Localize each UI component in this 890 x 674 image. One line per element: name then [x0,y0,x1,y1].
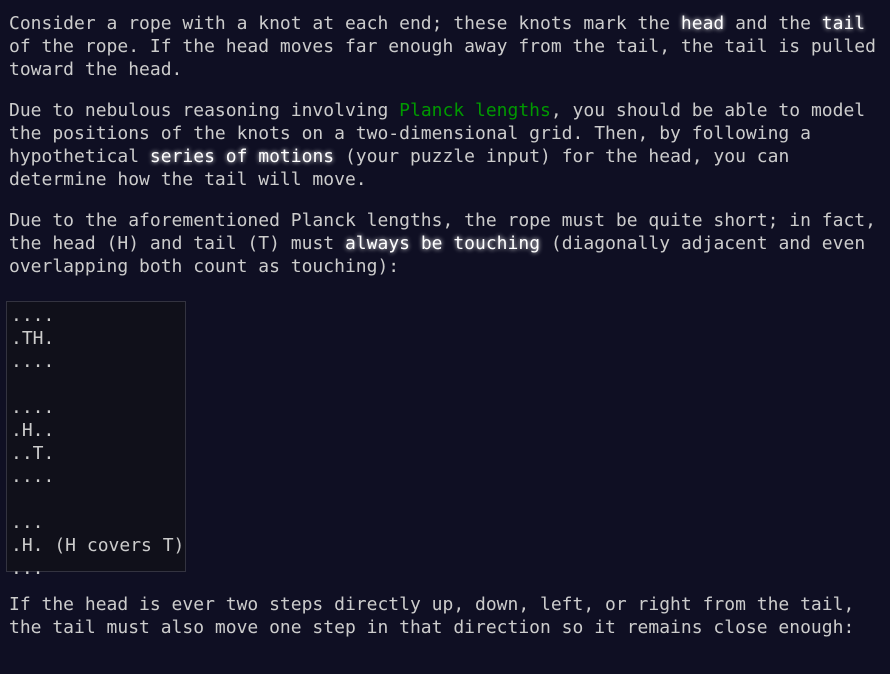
paragraph-two-steps: If the head is ever two steps directly u… [9,594,866,638]
text: ) must [269,233,345,254]
paragraph-touching: Due to the aforementioned Planck lengths… [9,209,884,278]
paragraph-planck: Due to nebulous reasoning involving Plan… [9,99,884,191]
text: Due to nebulous reasoning involving [9,100,400,121]
code-h: H [115,233,131,255]
text: and the [724,13,822,34]
code-t: T [256,233,271,255]
article-body: Consider a rope with a knot at each end;… [9,12,884,296]
emphasis-series-of-motions: series of motions [149,146,335,167]
planck-lengths-link[interactable]: Planck lengths [399,100,551,121]
emphasis-head: head [680,13,725,34]
article-body-continued: If the head is ever two steps directly u… [9,593,884,657]
code-block-examples: .... .TH. .... .... .H.. ..T. .... ... .… [6,301,186,579]
emphasis-tail: tail [821,13,866,34]
paragraph-rope-intro: Consider a rope with a knot at each end;… [9,12,884,81]
emphasis-always-touching: always be touching [344,233,541,254]
text: ) and tail ( [128,233,259,254]
text: Consider a rope with a knot at each end;… [9,13,681,34]
